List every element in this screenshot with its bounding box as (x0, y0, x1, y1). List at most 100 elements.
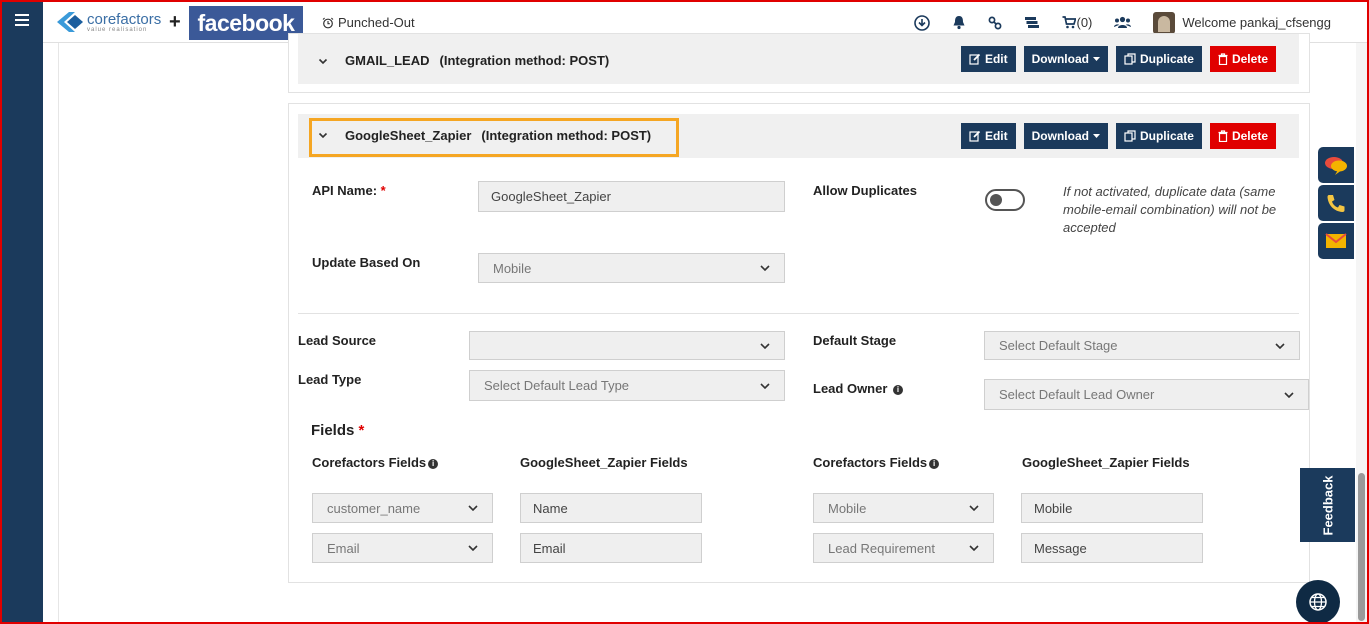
punch-status-text: Punched-Out (338, 15, 415, 30)
chat-bubble-icon (1325, 157, 1347, 175)
lead-source-label: Lead Source (298, 333, 377, 348)
lead-owner-value: Select Default Lead Owner (999, 387, 1155, 402)
download-circle-icon[interactable] (914, 14, 931, 31)
info-icon[interactable]: i (893, 385, 904, 395)
corefactors-fields-header: Corefactors Fields i (312, 455, 439, 470)
chevron-down-icon (468, 505, 478, 511)
duplicate-button[interactable]: Duplicate (1115, 46, 1202, 72)
lead-type-select[interactable]: Select Default Lead Type (469, 370, 785, 401)
hamburger-icon[interactable] (15, 14, 29, 26)
fields-heading: Fields * (311, 422, 364, 439)
link-icon[interactable] (988, 16, 1002, 30)
delete-button[interactable]: Delete (1209, 123, 1276, 149)
copy-icon (1124, 53, 1136, 65)
integration-card-gmail-lead: GMAIL_LEAD (Integration method: POST) Edi… (288, 33, 1310, 93)
bell-icon[interactable] (952, 15, 966, 30)
cart-button[interactable]: (0) (1062, 15, 1092, 30)
users-icon[interactable] (1114, 16, 1132, 29)
feedback-label: Feedback (1320, 475, 1336, 535)
corefactors-field-select[interactable]: Lead Requirement (813, 533, 994, 563)
envelope-icon (1325, 233, 1347, 248)
corefactors-logo[interactable]: corefactors value realisation (55, 8, 161, 36)
chevron-down-icon (1284, 391, 1294, 398)
chevron-down-icon[interactable] (318, 130, 328, 140)
corefactors-fields-header-text: Corefactors Fields (813, 455, 928, 470)
copy-icon (1124, 130, 1136, 142)
money-icon[interactable] (1024, 16, 1040, 29)
caret-down-icon (1092, 56, 1100, 61)
feedback-tab[interactable]: Feedback (1300, 468, 1355, 542)
integration-method: (Integration method: POST) (439, 53, 610, 68)
api-name-label-text: API Name: (312, 183, 378, 198)
duplicate-button[interactable]: Duplicate (1115, 123, 1202, 149)
punch-status[interactable]: Punched-Out (322, 15, 415, 30)
integration-name: GoogleSheet_Zapier (345, 128, 472, 143)
cart-count: (0) (1076, 15, 1093, 30)
corefactors-field-select[interactable]: customer_name (312, 493, 493, 523)
edit-button[interactable]: Edit (960, 46, 1016, 72)
trash-icon (1218, 53, 1228, 65)
chevron-down-icon[interactable] (318, 56, 328, 66)
accessibility-button[interactable] (1296, 580, 1340, 622)
default-stage-value: Select Default Stage (999, 338, 1118, 353)
email-widget[interactable] (1318, 223, 1354, 259)
api-name-label: API Name: * (312, 183, 386, 198)
integration-title: GMAIL_LEAD (Integration method: POST) (345, 53, 609, 68)
chevron-down-icon (760, 382, 770, 389)
corefactors-field-value: Lead Requirement (828, 540, 935, 556)
lead-type-label: Lead Type (298, 372, 362, 387)
vertical-scrollbar[interactable] (1356, 43, 1367, 622)
avatar[interactable] (1153, 11, 1176, 34)
source-field-input[interactable]: Name (520, 493, 702, 523)
edit-button[interactable]: Edit (960, 123, 1016, 149)
corefactors-logo-icon (57, 12, 83, 32)
download-button[interactable]: Download (1023, 123, 1108, 149)
lead-source-select[interactable] (469, 331, 785, 360)
call-widget[interactable] (1318, 185, 1354, 221)
allow-duplicates-note: If not activated, duplicate data (same m… (1063, 184, 1277, 235)
logo-wordmark: corefactors (87, 10, 162, 28)
scrollbar-thumb[interactable] (1358, 473, 1365, 621)
fields-heading-text: Fields (311, 422, 355, 439)
update-based-on-select[interactable]: Mobile (478, 253, 785, 283)
source-field-input[interactable]: Mobile (1021, 493, 1203, 523)
edit-icon (969, 130, 981, 142)
source-fields-header: GoogleSheet_Zapier Fields (1022, 455, 1190, 470)
required-mark: * (358, 422, 365, 439)
duplicate-label: Duplicate (1139, 129, 1194, 143)
default-stage-label: Default Stage (813, 333, 897, 348)
corefactors-fields-header-text: Corefactors Fields (312, 455, 427, 470)
corefactors-field-value: Mobile (828, 500, 867, 516)
app-frame: corefactors value realisation + facebook… (2, 2, 1367, 622)
default-stage-select[interactable]: Select Default Stage (984, 331, 1300, 360)
corefactors-field-select[interactable]: Mobile (813, 493, 994, 523)
api-name-input[interactable]: GoogleSheet_Zapier (478, 181, 785, 212)
download-button[interactable]: Download (1023, 46, 1108, 72)
info-icon[interactable]: i (929, 459, 940, 469)
lead-owner-select[interactable]: Select Default Lead Owner (984, 379, 1309, 410)
lead-owner-label: Lead Owner i (813, 381, 904, 396)
source-field-input[interactable]: Email (520, 533, 702, 563)
corefactors-field-select[interactable]: Email (312, 533, 493, 563)
integration-header[interactable]: GoogleSheet_Zapier (Integration method: P… (298, 114, 1299, 158)
source-field-input[interactable]: Message (1021, 533, 1203, 563)
phone-icon (1327, 195, 1345, 212)
corefactors-field-value: customer_name (327, 500, 421, 516)
corefactors-field-value: Email (327, 540, 360, 556)
integration-header[interactable]: GMAIL_LEAD (Integration method: POST) Edi… (298, 34, 1299, 84)
left-rail (2, 2, 43, 622)
delete-label: Delete (1231, 52, 1268, 66)
edit-label: Edit (984, 129, 1008, 143)
info-icon[interactable]: i (428, 459, 439, 469)
allow-duplicates-toggle[interactable] (985, 189, 1025, 211)
trash-icon (1218, 130, 1228, 142)
welcome-text[interactable]: Welcome pankaj_cfsengg (1182, 15, 1331, 30)
required-mark: * (380, 183, 386, 198)
chat-widget[interactable] (1318, 147, 1354, 183)
facebook-logo: facebook (189, 6, 303, 40)
delete-button[interactable]: Delete (1209, 46, 1276, 72)
alarm-clock-icon (322, 17, 334, 28)
integration-actions: Edit Download Duplicate Delete (960, 46, 1276, 72)
plus-sign: + (169, 11, 181, 33)
section-divider (298, 313, 1299, 314)
